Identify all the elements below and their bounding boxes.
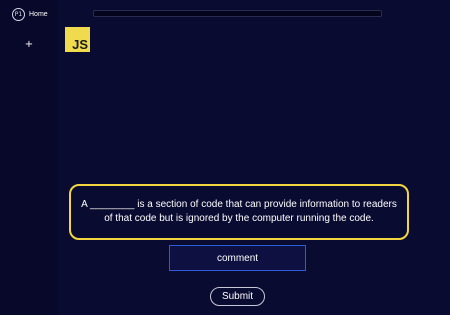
sidebar: P1 Home +: [0, 0, 58, 315]
profile-icon: P1: [12, 8, 25, 21]
home-label: Home: [29, 11, 48, 18]
question-text: A ________ is a section of code that can…: [81, 199, 397, 224]
logo-text: JS: [72, 37, 88, 52]
answer-input[interactable]: [169, 245, 306, 271]
question-box: A ________ is a section of code that can…: [69, 184, 409, 240]
progress-bar: [93, 10, 382, 17]
javascript-logo: JS: [65, 27, 90, 52]
home-link[interactable]: P1 Home: [12, 8, 48, 21]
add-button[interactable]: +: [24, 40, 34, 50]
submit-button[interactable]: Submit: [210, 287, 265, 306]
